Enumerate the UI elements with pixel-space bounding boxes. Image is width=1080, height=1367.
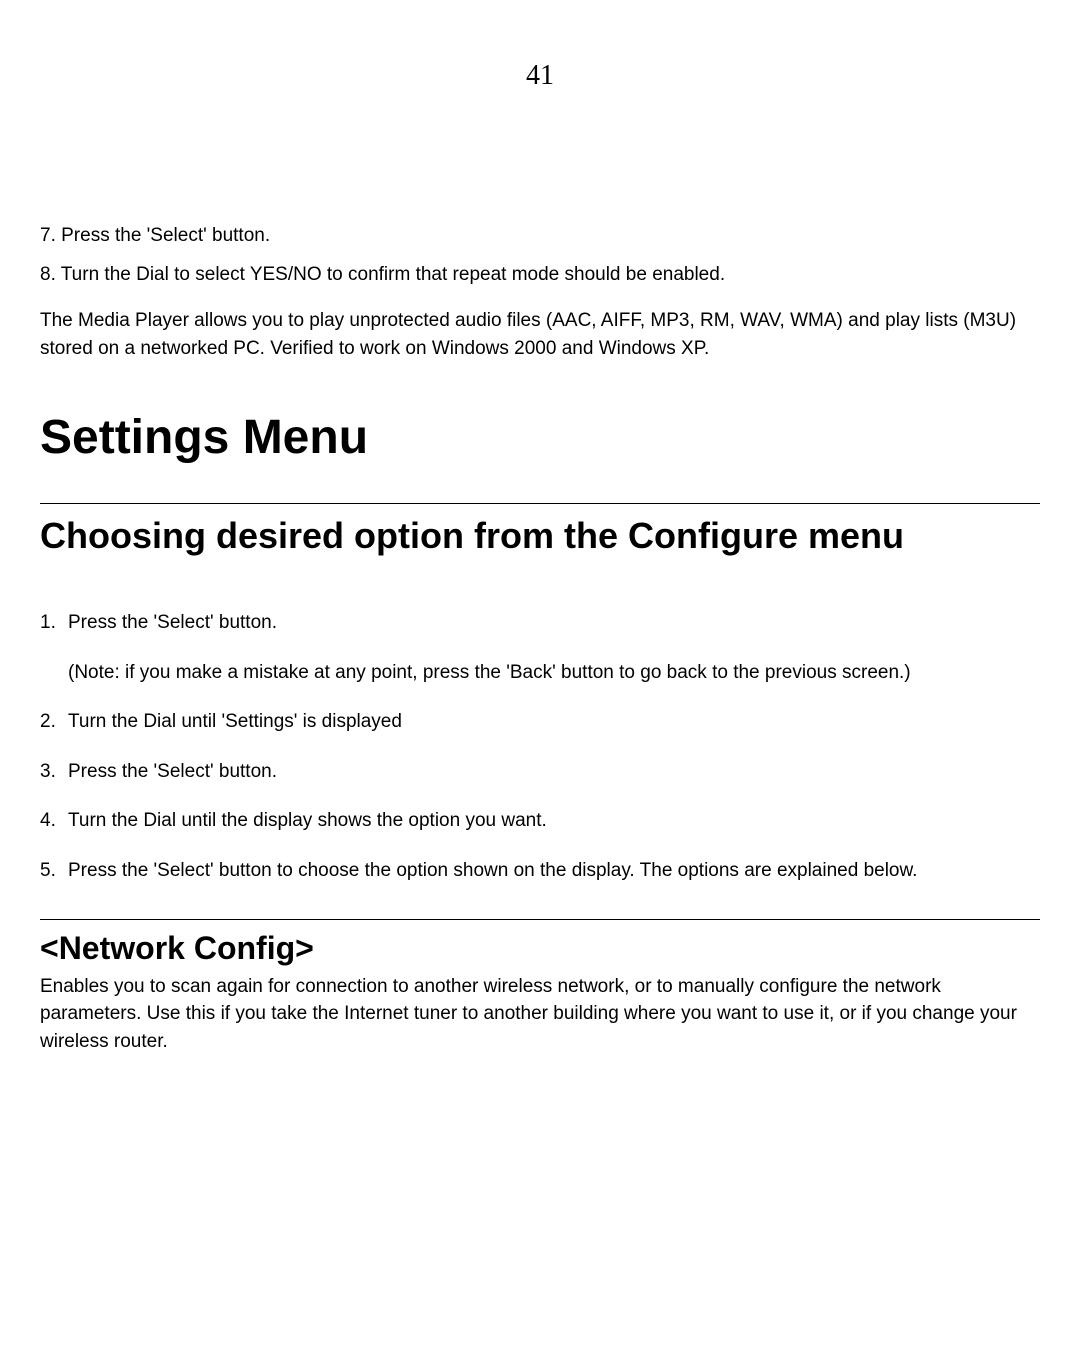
step-text: Turn the Dial until 'Settings' is displa…: [68, 708, 1040, 736]
step-number: 3.: [40, 758, 68, 786]
step-number: 1.: [40, 609, 68, 637]
step-text: Press the 'Select' button.: [68, 758, 1040, 786]
network-config-heading: <Network Config>: [40, 930, 1040, 967]
network-config-body: Enables you to scan again for connection…: [40, 973, 1040, 1056]
configure-step-4: 4. Turn the Dial until the display shows…: [40, 807, 1040, 835]
step-number: 2.: [40, 708, 68, 736]
configure-step-1: 1. Press the 'Select' button.: [40, 609, 1040, 637]
media-player-paragraph: The Media Player allows you to play unpr…: [40, 307, 1040, 362]
configure-menu-heading: Choosing desired option from the Configu…: [40, 514, 1040, 557]
step-8: 8. Turn the Dial to select YES/NO to con…: [40, 261, 1040, 290]
configure-steps-list: 1. Press the 'Select' button. (Note: if …: [40, 609, 1040, 884]
configure-step-2: 2. Turn the Dial until 'Settings' is dis…: [40, 708, 1040, 736]
step-7: 7. Press the 'Select' button.: [40, 222, 1040, 251]
page-number: 41: [40, 60, 1040, 92]
step-number: 4.: [40, 807, 68, 835]
configure-step-3: 3. Press the 'Select' button.: [40, 758, 1040, 786]
configure-step-1-note: (Note: if you make a mistake at any poin…: [68, 659, 1040, 687]
settings-menu-heading: Settings Menu: [40, 410, 1040, 465]
step-text: Press the 'Select' button to choose the …: [68, 857, 1040, 885]
divider-1: [40, 503, 1040, 504]
divider-2: [40, 919, 1040, 920]
step-text: Turn the Dial until the display shows th…: [68, 807, 1040, 835]
previous-steps-continuation: 7. Press the 'Select' button. 8. Turn th…: [40, 222, 1040, 289]
step-text: Press the 'Select' button.: [68, 609, 1040, 637]
step-number: 5.: [40, 857, 68, 885]
configure-step-5: 5. Press the 'Select' button to choose t…: [40, 857, 1040, 885]
